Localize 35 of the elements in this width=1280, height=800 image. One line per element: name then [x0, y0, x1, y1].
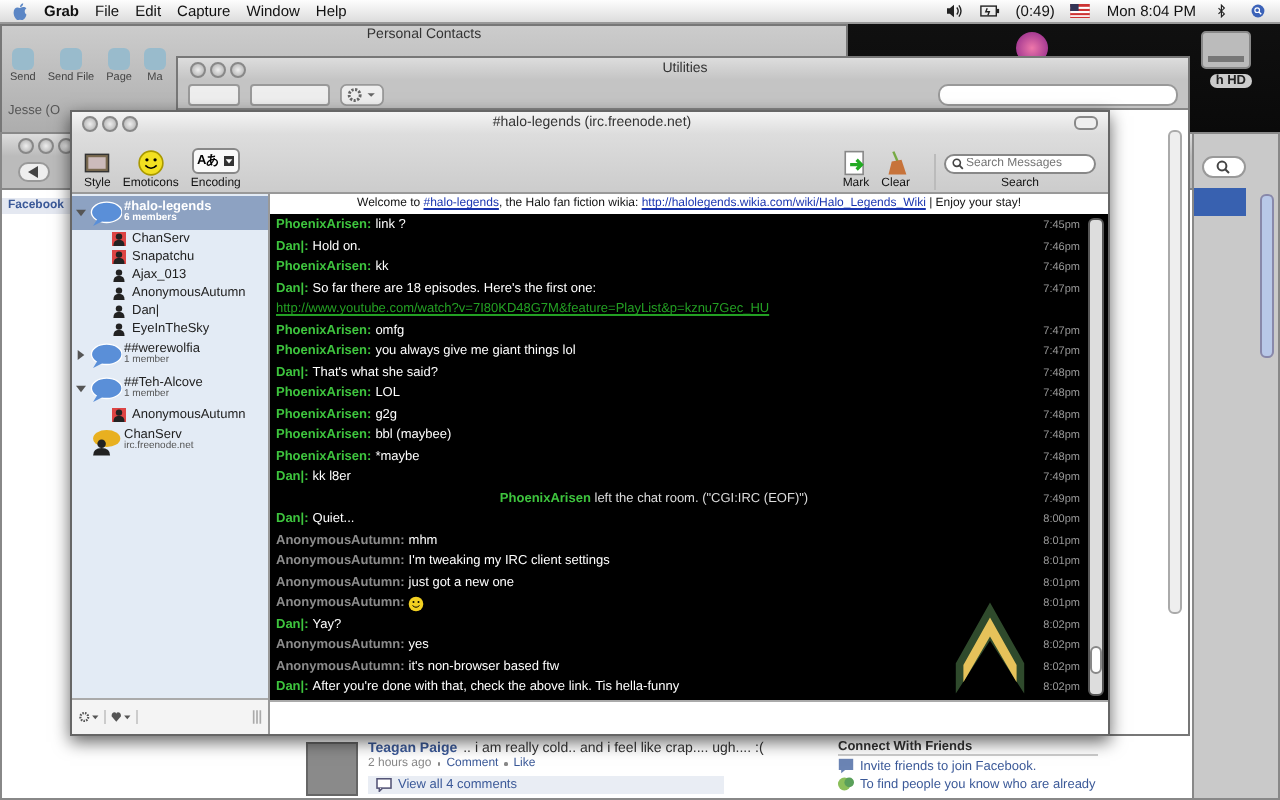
apple-icon[interactable] — [12, 1, 28, 21]
gear-menu-button[interactable] — [78, 710, 106, 724]
flag-icon[interactable] — [1070, 4, 1091, 18]
chat-icon — [838, 758, 854, 774]
title-bar-button[interactable] — [1074, 116, 1098, 130]
people-icon — [838, 776, 854, 792]
scrollbar[interactable] — [1168, 130, 1182, 614]
speech-bubble-icon — [88, 341, 122, 369]
hard-drive-icon[interactable] — [1200, 30, 1252, 70]
comment-icon — [376, 778, 392, 792]
search-icon — [952, 158, 964, 170]
caret-icon — [224, 156, 235, 166]
battery-icon[interactable] — [979, 4, 1000, 18]
navigation-buttons[interactable] — [188, 83, 240, 105]
resize-grip-icon[interactable] — [252, 710, 262, 724]
speech-bubble-icon — [88, 375, 122, 403]
speech-bubble-icon — [88, 199, 122, 227]
disclosure-triangle-icon[interactable] — [76, 384, 86, 394]
back-button[interactable] — [18, 162, 50, 182]
disclosure-triangle-icon[interactable] — [76, 350, 86, 360]
volume-icon[interactable] — [943, 4, 964, 18]
search-field[interactable] — [938, 83, 1178, 105]
message-input[interactable] — [270, 699, 1108, 734]
picture-frame-icon — [84, 150, 111, 176]
heart-menu-button[interactable] — [110, 710, 138, 724]
chat-person-icon — [88, 427, 122, 455]
scrollbar[interactable] — [1088, 218, 1104, 695]
view-buttons[interactable] — [250, 83, 330, 105]
scrollbar[interactable] — [1260, 194, 1274, 358]
gear-menu-icon[interactable] — [340, 83, 384, 105]
search-button[interactable] — [1202, 156, 1246, 178]
smiley-icon — [137, 150, 164, 176]
disclosure-triangle-icon[interactable] — [76, 208, 86, 218]
search-icon[interactable] — [1248, 4, 1268, 18]
smiley-icon — [408, 596, 425, 612]
